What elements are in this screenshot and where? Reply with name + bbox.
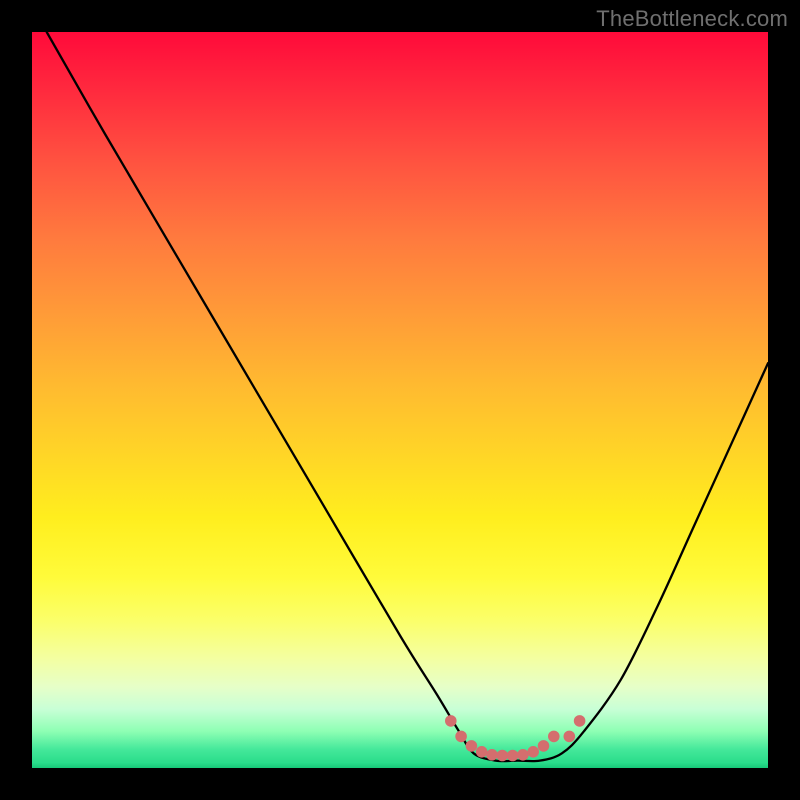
optimal-zone-marker — [446, 716, 585, 761]
curve-layer — [32, 32, 768, 768]
chart-frame: TheBottleneck.com — [0, 0, 800, 800]
bottleneck-curve — [47, 32, 768, 761]
plot-area — [32, 32, 768, 768]
watermark-text: TheBottleneck.com — [596, 6, 788, 32]
